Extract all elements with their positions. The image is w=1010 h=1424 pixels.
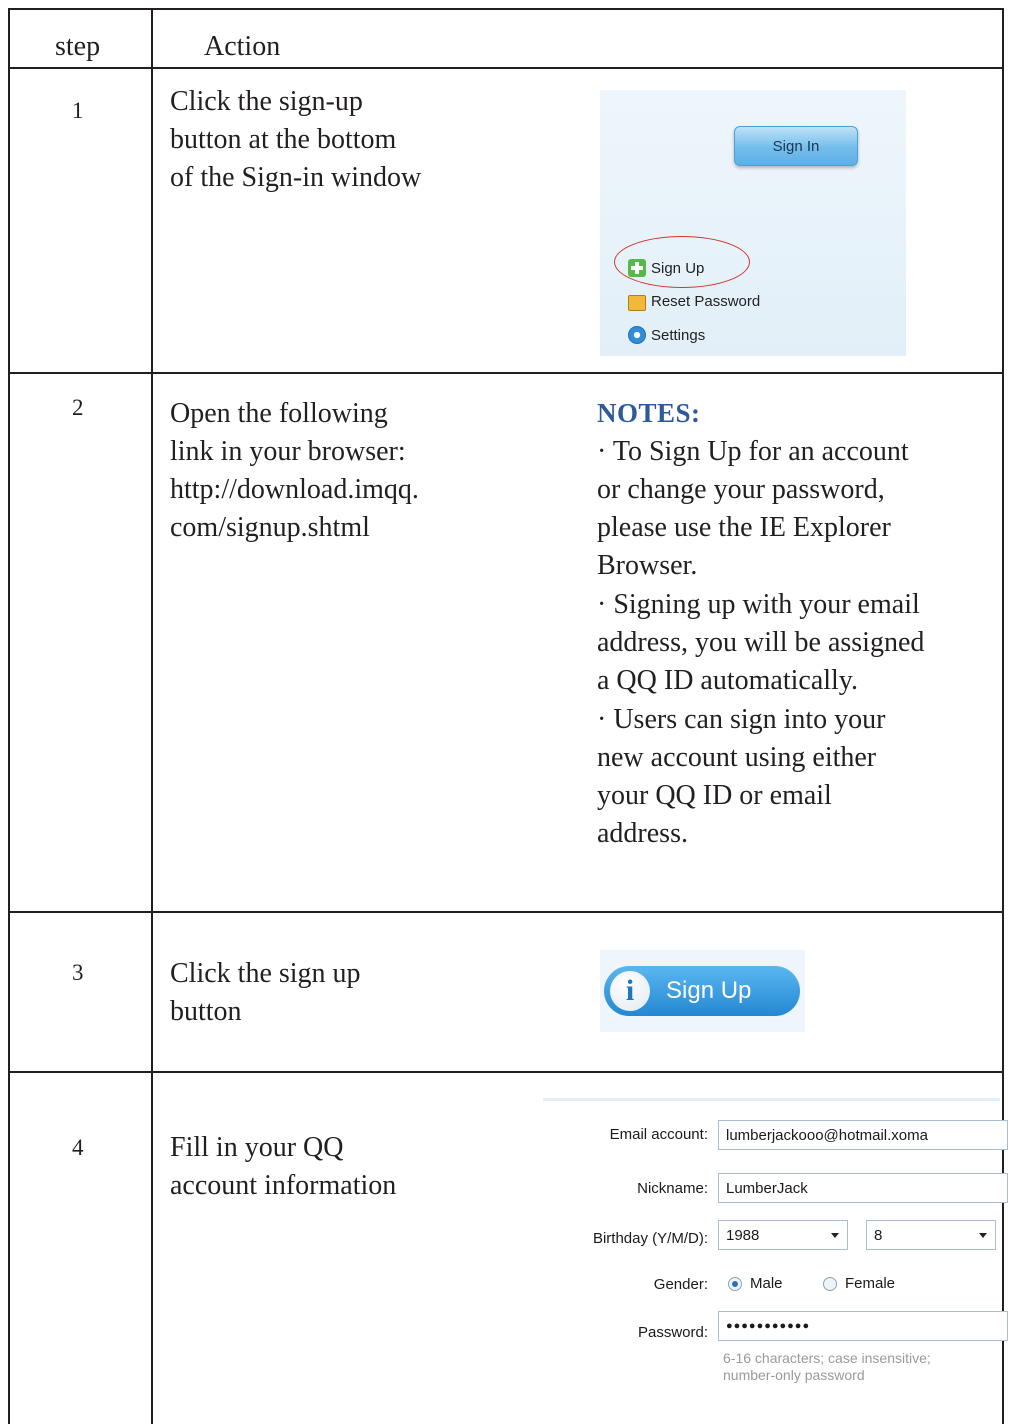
note-email-signup: · Signing up with your email address, yo… (597, 589, 925, 696)
birthday-year-select[interactable]: 1988 (718, 1220, 848, 1250)
birthday-year-value: 1988 (726, 1226, 760, 1244)
settings-label: Settings (651, 326, 706, 344)
gender-male-label: Male (750, 1275, 783, 1292)
sign-in-button[interactable]: Sign In (734, 126, 858, 166)
step-4-action: Fill in your QQ account information (170, 1132, 397, 1201)
settings-icon (628, 326, 646, 344)
step-1-action: Click the sign-up button at the bottom o… (170, 86, 422, 193)
step-number-1: 1 (72, 98, 84, 123)
settings-link[interactable]: Settings (628, 323, 705, 347)
qq-account-form-screenshot: Email account: lumberjackooo@hotmail.xom… (543, 1098, 1008, 1424)
reset-password-link[interactable]: Reset Password (628, 289, 760, 313)
step-number-4: 4 (72, 1135, 84, 1160)
password-value: ●●●●●●●●●●● (726, 1320, 811, 1332)
gender-female-label: Female (845, 1275, 896, 1292)
sign-in-window-screenshot: Sign In Sign Up Reset Password Settings (600, 90, 906, 356)
plus-icon (628, 259, 646, 277)
info-icon: i (610, 971, 650, 1011)
sign-up-button-screenshot: i Sign Up (600, 950, 805, 1032)
sign-up-button-label: Sign Up (666, 977, 752, 1004)
note-ie-browser: · To Sign Up for an account or change yo… (597, 436, 909, 581)
birthday-month-value: 8 (874, 1226, 883, 1244)
sign-up-button[interactable]: i Sign Up (604, 966, 800, 1016)
password-hint: 6-16 characters; case insensitive; numbe… (723, 1350, 931, 1383)
email-label: Email account: (609, 1126, 708, 1143)
radio-unselected-icon (823, 1277, 837, 1292)
nickname-value: LumberJack (726, 1179, 808, 1197)
radio-selected-icon (728, 1277, 742, 1292)
table-top-border (8, 8, 1004, 10)
birthday-label: Birthday (Y/M/D): (592, 1230, 708, 1247)
notes-title: NOTES: (597, 398, 701, 428)
password-field[interactable]: ●●●●●●●●●●● (718, 1311, 1008, 1341)
step-number-2: 2 (72, 395, 84, 420)
sign-up-link[interactable]: Sign Up (628, 256, 704, 280)
gender-label: Gender: (653, 1276, 708, 1293)
row2-divider (8, 911, 1004, 913)
table-right-border (1002, 8, 1004, 1424)
nickname-field[interactable]: LumberJack (718, 1173, 1008, 1203)
reset-password-label: Reset Password (651, 292, 761, 310)
header-action: Action (204, 31, 281, 62)
chevron-down-icon (831, 1233, 839, 1238)
nickname-label: Nickname: (637, 1180, 708, 1197)
note-sign-in-options: · Users can sign into your new account u… (597, 704, 886, 849)
password-label: Password: (637, 1324, 708, 1341)
header-divider (8, 67, 1004, 69)
row3-divider (8, 1071, 1004, 1073)
gender-male-radio[interactable]: Male (728, 1275, 783, 1292)
row1-divider (8, 372, 1004, 374)
column-divider (151, 8, 153, 1424)
gender-female-radio[interactable]: Female (823, 1275, 895, 1292)
step-2-action: Open the following link in your browser:… (170, 398, 419, 543)
chevron-down-icon (979, 1233, 987, 1238)
email-field[interactable]: lumberjackooo@hotmail.xoma (718, 1120, 1008, 1150)
email-value: lumberjackooo@hotmail.xoma (726, 1126, 928, 1144)
sign-up-label: Sign Up (651, 259, 705, 277)
form-top-border (543, 1098, 1000, 1101)
step-3-action: Click the sign up button (170, 958, 361, 1027)
table-left-border (8, 8, 10, 1424)
lock-icon (628, 295, 646, 311)
birthday-month-select[interactable]: 8 (866, 1220, 996, 1250)
header-step: step (55, 31, 101, 62)
step-number-3: 3 (72, 960, 84, 985)
